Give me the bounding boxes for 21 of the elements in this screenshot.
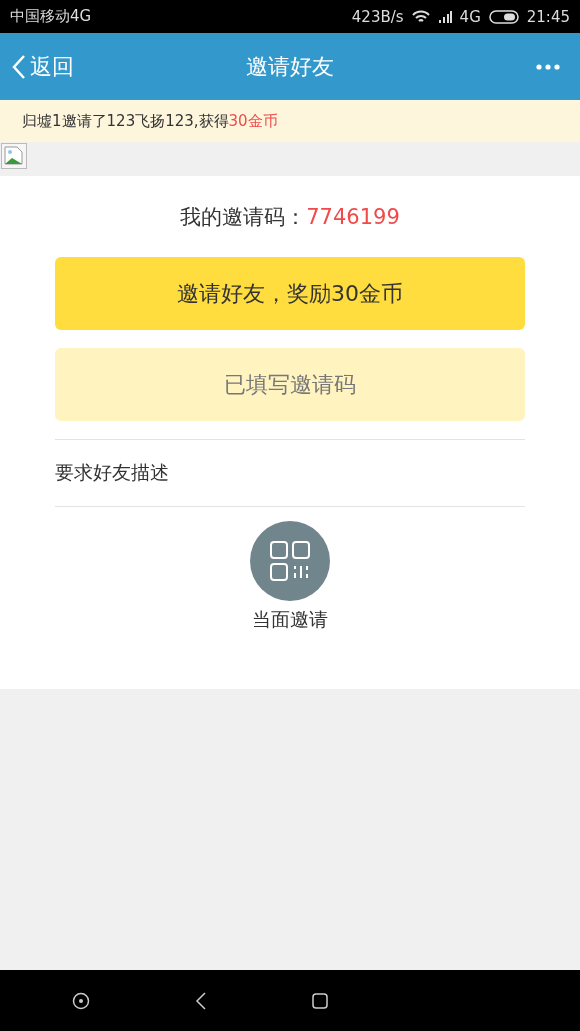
back-icon[interactable] [195,991,207,1010]
network-type: 4G [459,7,481,26]
qr-code-icon [269,540,311,582]
chevron-left-icon [12,53,26,80]
filled-code-button[interactable]: 已填写邀请码 [55,348,525,421]
clock-text: 21:45 [526,7,570,26]
signal-icon [437,9,452,24]
notice-text: 归墟1邀请了123飞扬123,获得30金币 [22,111,278,131]
network-speed: 423B/s [351,7,404,26]
home-icon[interactable] [72,991,91,1010]
battery-icon [488,9,519,24]
page-title: 邀请好友 [246,52,334,81]
requirement-text: 要求好友描述 [55,460,169,485]
wifi-icon [411,9,430,24]
invite-code-text: 我的邀请码：7746199 [180,204,400,231]
back-button[interactable]: 返回 [12,51,74,82]
square-icon[interactable] [311,992,328,1009]
carrier-text: 中国移动4G [10,7,92,26]
invite-button[interactable]: 邀请好友，奖励30金币 [55,257,525,330]
more-icon[interactable] [536,63,560,70]
face-invite-label: 当面邀请 [252,607,328,632]
